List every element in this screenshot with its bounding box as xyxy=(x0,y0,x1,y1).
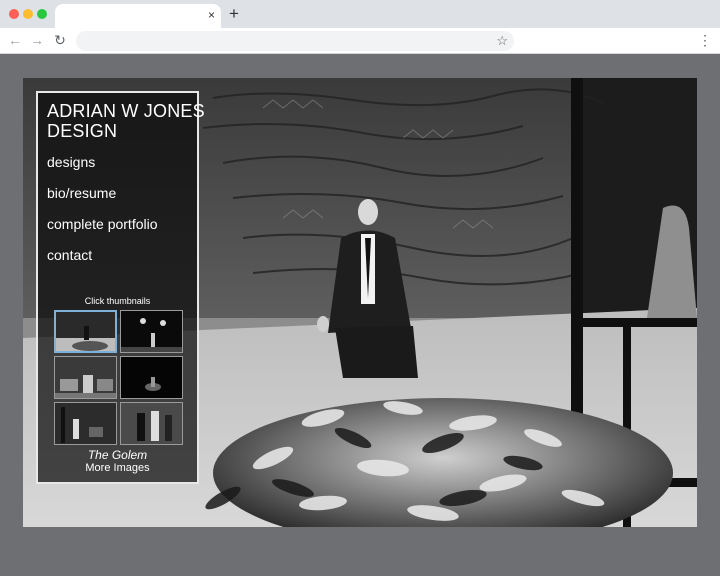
thumbnail-3[interactable] xyxy=(54,356,117,399)
nav-link-contact[interactable]: contact xyxy=(47,246,158,277)
site-logo[interactable]: ADRIAN W JONES DESIGN xyxy=(47,101,205,141)
forward-arrow-icon[interactable]: → xyxy=(28,31,46,49)
reload-icon[interactable]: ↻ xyxy=(51,31,69,49)
page-viewport: ADRIAN W JONES DESIGN designs bio/resume… xyxy=(0,54,720,576)
main-nav: designs bio/resume complete portfolio co… xyxy=(47,153,158,277)
brand-name: ADRIAN W JONES xyxy=(47,101,205,121)
thumbnail-5[interactable] xyxy=(54,402,117,445)
thumbnail-4[interactable] xyxy=(120,356,183,399)
back-arrow-icon[interactable]: ← xyxy=(6,31,24,49)
thumbnails-hint: Click thumbnails xyxy=(84,296,151,306)
new-tab-icon[interactable]: + xyxy=(229,5,239,23)
tab-close-icon[interactable]: × xyxy=(208,8,215,22)
site-sidebar: ADRIAN W JONES DESIGN designs bio/resume… xyxy=(36,91,205,484)
nav-link-bio-resume[interactable]: bio/resume xyxy=(47,184,158,215)
production-title: The Golem xyxy=(87,448,148,462)
brand-tagline: DESIGN xyxy=(47,121,118,141)
nav-link-designs[interactable]: designs xyxy=(47,153,158,184)
browser-tab-bar: × + xyxy=(0,0,720,28)
browser-menu-icon[interactable]: ⋮ xyxy=(698,31,712,49)
nav-link-complete-portfolio[interactable]: complete portfolio xyxy=(47,215,158,246)
browser-toolbar: ← → ↻ ☆ ⋮ xyxy=(0,28,720,53)
window-close-icon[interactable] xyxy=(9,9,19,19)
more-images-link[interactable]: More Images xyxy=(38,462,197,474)
address-bar[interactable]: ☆ xyxy=(76,31,514,51)
browser-tab[interactable]: × xyxy=(55,4,221,28)
thumbnail-2[interactable] xyxy=(120,310,183,353)
bookmark-star-icon[interactable]: ☆ xyxy=(496,32,508,50)
window-zoom-icon[interactable] xyxy=(37,9,47,19)
thumbnail-1[interactable] xyxy=(54,310,117,353)
thumbnail-6[interactable] xyxy=(120,402,183,445)
window-minimize-icon[interactable] xyxy=(23,9,33,19)
url-input[interactable] xyxy=(86,33,486,49)
